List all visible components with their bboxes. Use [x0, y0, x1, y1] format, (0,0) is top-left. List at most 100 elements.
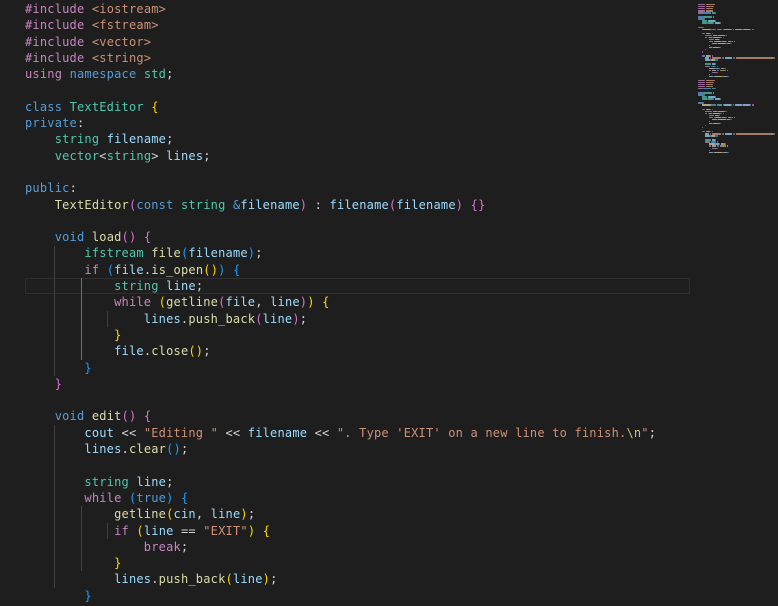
code-line[interactable]	[25, 82, 690, 98]
code-line[interactable]: string line;	[25, 278, 690, 295]
code-line[interactable]: #include <fstream>	[25, 17, 690, 33]
code-token: clear	[128, 442, 167, 457]
code-line[interactable]: }	[25, 588, 690, 604]
minimap-mark	[716, 145, 719, 147]
minimap-mark	[713, 16, 715, 18]
code-line[interactable]: if (file.is_open()) {	[25, 262, 690, 278]
minimap-mark	[705, 49, 707, 51]
code-line[interactable]: void edit() {	[25, 408, 690, 424]
code-line[interactable]: vector<string> lines;	[25, 148, 690, 164]
code-token: if	[84, 262, 100, 277]
minimap[interactable]	[692, 0, 778, 606]
code-token: ()	[121, 409, 137, 424]
minimap-mark	[705, 63, 711, 65]
code-token: cin	[173, 507, 196, 522]
minimap-mark	[725, 110, 727, 112]
code-line[interactable]: }	[25, 327, 690, 343]
code-line[interactable]: getline(cin, line);	[25, 506, 690, 522]
minimap-mark	[773, 133, 775, 135]
code-line[interactable]: #include <string>	[25, 50, 690, 66]
code-line[interactable]: }	[25, 360, 690, 376]
minimap-mark	[724, 28, 732, 30]
code-line[interactable]: private:	[25, 115, 690, 131]
code-area[interactable]: #include <iostream> #include <fstream> #in…	[25, 1, 690, 604]
code-line[interactable]	[25, 213, 690, 229]
code-token: )	[240, 507, 248, 522]
minimap-mark	[734, 116, 735, 119]
code-line[interactable]: ifstream file(filename);	[25, 245, 690, 261]
code-token: getline	[114, 507, 167, 522]
code-line[interactable]: string filename;	[25, 131, 690, 147]
code-token: {	[143, 230, 152, 245]
code-token: (	[218, 295, 226, 310]
code-line[interactable]: public:	[25, 180, 690, 196]
code-token: ;	[247, 507, 256, 522]
minimap-mark	[718, 114, 720, 117]
code-token: void	[54, 409, 85, 424]
code-token: ;	[203, 148, 211, 163]
minimap-mark	[705, 65, 710, 67]
code-line[interactable]: break;	[25, 539, 690, 555]
code-token: filename	[240, 197, 300, 212]
code-token: TextEditor	[54, 197, 129, 212]
code-editor[interactable]: #include <iostream> #include <fstream> #in…	[0, 0, 690, 606]
minimap-mark	[713, 92, 715, 94]
code-line[interactable]	[25, 457, 690, 473]
code-line[interactable]: cout << "Editing " << filename << ". Typ…	[25, 425, 690, 441]
code-line[interactable]: string line;	[25, 474, 690, 490]
code-token: public	[25, 181, 70, 196]
code-line[interactable]: lines.clear();	[25, 441, 690, 457]
code-line[interactable]: while (getline(file, line)) {	[25, 294, 690, 310]
code-line[interactable]: void load() {	[25, 229, 690, 245]
minimap-mark	[723, 36, 725, 39]
code-line[interactable]: }	[25, 555, 690, 571]
minimap-mark	[716, 69, 719, 71]
code-token: <string>	[91, 50, 152, 65]
code-token: #include	[25, 18, 85, 33]
code-token: using	[25, 67, 63, 82]
code-line[interactable]: lines.push_back(line);	[25, 311, 690, 327]
code-token: "	[641, 425, 649, 440]
code-line[interactable]: if (line == "EXIT") {	[25, 523, 690, 539]
code-token: (	[158, 295, 167, 310]
indent-guide	[80, 278, 82, 360]
code-token: ;	[203, 344, 211, 359]
code-token: ;	[166, 132, 174, 147]
code-token: {	[151, 99, 159, 114]
code-token: while	[84, 490, 122, 505]
code-token: #include	[25, 2, 85, 16]
code-line[interactable]: while (true) {	[25, 490, 690, 506]
code-line[interactable]: #include <iostream>	[25, 1, 690, 17]
code-line[interactable]: #include <vector>	[25, 34, 690, 50]
code-line[interactable]	[25, 392, 690, 408]
minimap-mark	[716, 65, 718, 67]
code-line[interactable]: TextEditor(const string &filename) : fil…	[25, 197, 690, 213]
minimap-mark	[735, 133, 771, 135]
code-line[interactable]: }	[25, 376, 690, 392]
code-line[interactable]: lines.push_back(line);	[25, 571, 690, 587]
code-line[interactable]: using namespace std;	[25, 66, 690, 82]
minimap-mark	[733, 28, 735, 30]
code-token: ()	[166, 442, 181, 457]
code-line[interactable]: file.close();	[25, 343, 690, 359]
minimap-mark	[734, 40, 735, 43]
code-line[interactable]: class TextEditor {	[25, 99, 690, 115]
minimap-mark	[712, 32, 714, 35]
code-token: line	[270, 295, 300, 310]
minimap-mark	[712, 108, 714, 110]
minimap-mark	[743, 104, 751, 106]
code-token: ;	[166, 474, 174, 489]
code-line[interactable]	[25, 164, 690, 180]
minimap-mark	[731, 42, 733, 45]
minimap-mark	[773, 57, 775, 59]
